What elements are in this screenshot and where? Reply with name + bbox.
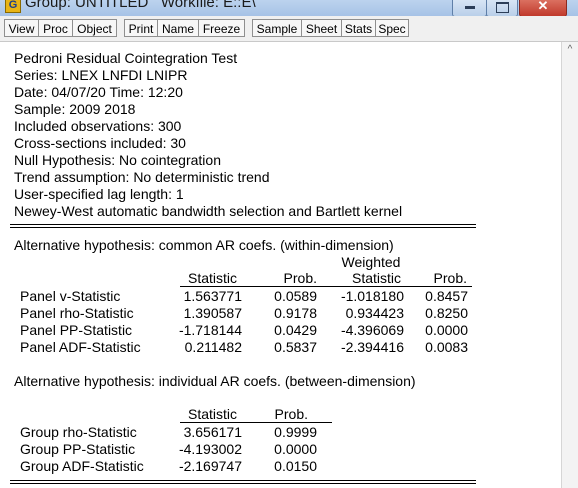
weighted-statistic-value: -2.394416 <box>340 339 404 355</box>
row-label: Group ADF-Statistic <box>20 458 144 474</box>
prob-value: 0.0150 <box>274 458 317 474</box>
prob-value: 0.0000 <box>274 441 317 457</box>
weighted-prob-value: 0.0000 <box>425 322 468 338</box>
prob-value: 0.9178 <box>274 305 317 321</box>
prob-value: 0.9999 <box>274 424 317 440</box>
statistic-value: -4.193002 <box>178 441 242 457</box>
col-statistic: Statistic <box>187 406 237 422</box>
proc-button[interactable]: Proc <box>38 19 73 37</box>
row-label: Group PP-Statistic <box>20 441 136 457</box>
statistic-value: 1.390587 <box>183 305 242 321</box>
header-null-hypothesis: Null Hypothesis: No cointegration <box>14 152 221 168</box>
col-prob: Prob. <box>283 270 317 286</box>
col-statistic: Statistic <box>187 270 237 286</box>
header-observations: Included observations: 300 <box>14 118 182 134</box>
group-icon: G <box>5 0 21 13</box>
spec-button[interactable]: Spec <box>375 19 409 37</box>
view-button[interactable]: View <box>4 19 39 37</box>
header-lag-length: User-specified lag length: 1 <box>14 186 184 202</box>
minimize-button[interactable] <box>452 0 487 16</box>
output-view: Pedroni Residual Cointegration Test Seri… <box>0 42 562 488</box>
divider-line <box>10 227 476 228</box>
title-bar: G Group: UNTITLED Workfile: E::E\ ✕ <box>0 0 578 16</box>
divider-line <box>10 483 476 484</box>
column-underline <box>180 422 332 423</box>
statistic-value: 3.656171 <box>183 424 242 440</box>
sheet-button[interactable]: Sheet <box>301 19 342 37</box>
window-title: Group: UNTITLED Workfile: E::E\ <box>25 0 256 11</box>
weighted-header: Weighted <box>341 254 401 270</box>
header-cross-sections: Cross-sections included: 30 <box>14 135 186 151</box>
between-section-title: Alternative hypothesis: individual AR co… <box>14 373 416 389</box>
maximize-button[interactable] <box>486 0 518 16</box>
weighted-statistic-value: -4.396069 <box>340 322 404 338</box>
header-bandwidth: Newey-West automatic bandwidth selection… <box>14 203 403 219</box>
weighted-prob-value: 0.0083 <box>425 339 468 355</box>
prob-value: 0.0429 <box>274 322 317 338</box>
col-weighted-statistic: Statistic <box>351 270 401 286</box>
scroll-up-icon[interactable]: ^ <box>562 42 578 58</box>
row-label: Panel rho-Statistic <box>20 305 134 321</box>
close-icon: ✕ <box>537 0 549 13</box>
row-label: Panel PP-Statistic <box>20 322 133 338</box>
divider-line <box>10 224 476 225</box>
weighted-statistic-value: 0.934423 <box>345 305 404 321</box>
statistic-value: 1.563771 <box>183 288 242 304</box>
test-title: Pedroni Residual Cointegration Test <box>14 50 238 66</box>
weighted-prob-value: 0.8457 <box>425 288 468 304</box>
header-sample: Sample: 2009 2018 <box>14 101 136 117</box>
toolbar: View Proc Object Print Name Freeze Sampl… <box>0 16 578 42</box>
maximize-icon <box>495 2 509 13</box>
statistic-value: -1.718144 <box>178 322 242 338</box>
print-button[interactable]: Print <box>124 19 158 37</box>
header-date: Date: 04/07/20 Time: 12:20 <box>14 84 183 100</box>
close-button[interactable]: ✕ <box>519 0 567 16</box>
column-underline <box>180 286 472 287</box>
row-label: Group rho-Statistic <box>20 424 137 440</box>
prob-value: 0.0589 <box>274 288 317 304</box>
sample-button[interactable]: Sample <box>252 19 302 37</box>
weighted-prob-value: 0.8250 <box>425 305 468 321</box>
vertical-scrollbar[interactable]: ^ <box>562 42 578 488</box>
freeze-button[interactable]: Freeze <box>198 19 245 37</box>
minimize-icon <box>464 6 475 9</box>
weighted-statistic-value: -1.018180 <box>340 288 404 304</box>
statistic-value: 0.211482 <box>184 339 242 355</box>
name-button[interactable]: Name <box>157 19 199 37</box>
header-series: Series: LNEX LNFDI LNIPR <box>14 67 188 83</box>
object-button[interactable]: Object <box>72 19 117 37</box>
header-trend: Trend assumption: No deterministic trend <box>14 169 270 185</box>
scroll-thumb[interactable] <box>564 60 576 488</box>
statistic-value: -2.169747 <box>178 458 242 474</box>
row-label: Panel ADF-Statistic <box>20 339 141 355</box>
divider-line <box>10 480 476 481</box>
col-weighted-prob: Prob. <box>433 270 467 286</box>
row-label: Panel v-Statistic <box>20 288 121 304</box>
within-section-title: Alternative hypothesis: common AR coefs.… <box>14 237 394 253</box>
prob-value: 0.5837 <box>274 339 317 355</box>
stats-button[interactable]: Stats <box>341 19 376 37</box>
col-prob: Prob. <box>274 406 308 422</box>
